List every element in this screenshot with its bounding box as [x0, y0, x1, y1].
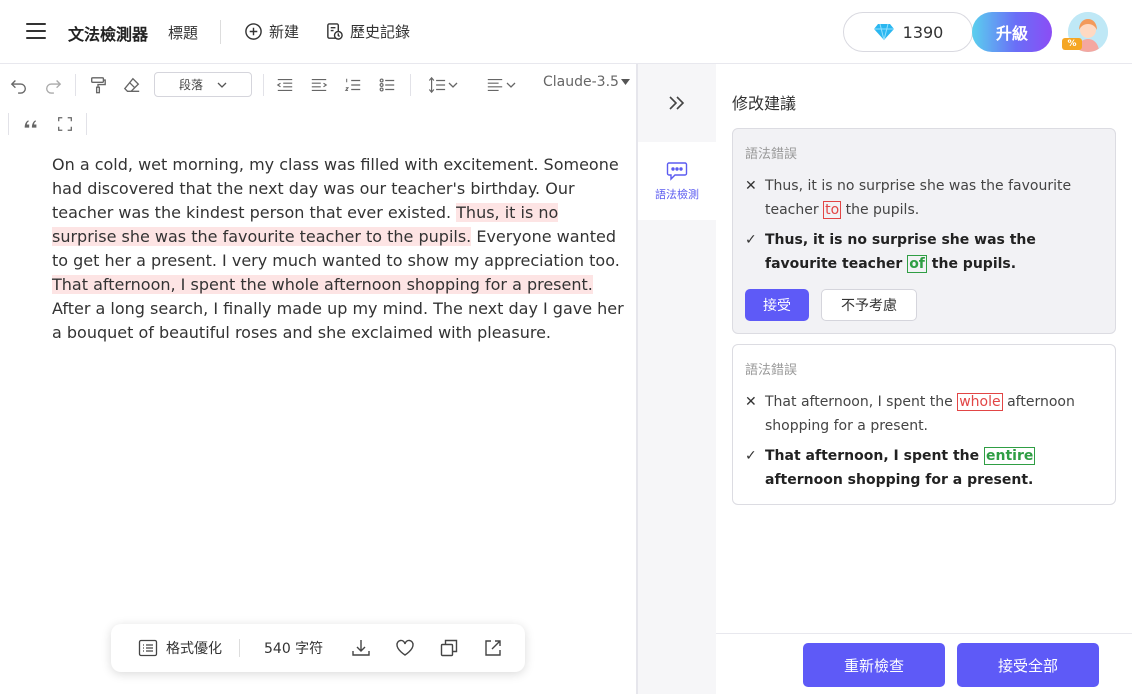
copy-icon[interactable] [439, 624, 459, 672]
accept-all-button[interactable]: 接受全部 [957, 643, 1099, 687]
toolbar-divider [86, 113, 87, 135]
suggestion-card[interactable]: 語法錯誤 ✕ That afternoon, I spent the whole… [732, 344, 1116, 505]
corrected-text: That afternoon, I spent the [765, 448, 985, 464]
suggestion-type: 語法錯誤 [745, 363, 798, 378]
chevron-down-icon [448, 82, 458, 88]
diamond-icon [873, 23, 894, 41]
editor-toolbar: 段落 Claude-3.5 [0, 64, 637, 144]
suggestion-card[interactable]: 語法錯誤 ✕ Thus, it is no surprise she was t… [732, 128, 1116, 334]
chevron-down-icon [217, 82, 227, 88]
redo-icon[interactable] [42, 74, 64, 96]
quote-icon[interactable] [20, 113, 42, 135]
credits-balance[interactable]: 1390 [843, 12, 973, 52]
heart-icon[interactable] [395, 624, 415, 672]
panel-footer-divider [716, 633, 1132, 634]
x-icon: ✕ [745, 394, 757, 410]
model-select[interactable]: Claude-3.5 [543, 74, 630, 90]
discount-badge: % [1062, 38, 1082, 50]
original-text: That afternoon, I spent the [765, 394, 958, 410]
corrected-word: entire [984, 447, 1036, 465]
collapse-panel-button[interactable] [638, 64, 716, 142]
eraser-icon[interactable] [121, 74, 143, 96]
new-document-label: 新建 [269, 23, 300, 41]
document-title[interactable]: 標題 [168, 22, 198, 43]
char-count: 540 字符 [264, 641, 324, 657]
check-icon: ✓ [745, 448, 757, 464]
history-label: 歷史記錄 [350, 23, 411, 41]
list-format-icon [138, 639, 158, 657]
error-word: to [823, 201, 842, 219]
error-word: whole [957, 393, 1003, 411]
upgrade-button[interactable]: 升級 [972, 12, 1052, 52]
download-icon[interactable] [351, 624, 371, 672]
indent-icon[interactable] [308, 74, 330, 96]
grammar-check-icon [666, 161, 688, 181]
fullscreen-icon[interactable] [54, 113, 76, 135]
header-divider [220, 20, 221, 44]
paragraph-select[interactable]: 段落 [154, 72, 252, 97]
corrected-text: the pupils. [926, 256, 1017, 272]
original-text: the pupils. [841, 202, 920, 218]
line-height-icon[interactable] [424, 74, 462, 96]
toolbar-divider [263, 74, 264, 96]
share-icon[interactable] [483, 624, 503, 672]
body-text: After a long search, I finally made up m… [52, 299, 624, 342]
history-icon [327, 23, 343, 40]
format-optimize-button[interactable]: 格式優化 [138, 624, 222, 672]
credits-value: 1390 [902, 22, 944, 42]
check-icon: ✓ [745, 232, 757, 248]
model-select-value: Claude-3.5 [543, 74, 619, 90]
outdent-icon[interactable] [274, 74, 296, 96]
format-optimize-label: 格式優化 [166, 641, 222, 657]
new-document-button[interactable]: 新建 [244, 21, 299, 42]
corrected-sentence: ✓ That afternoon, I spent the entire aft… [745, 444, 1105, 492]
history-button[interactable]: 歷史記錄 [325, 21, 410, 42]
top-header: 文法檢測器 標題 新建 歷史記錄 1390 升級 % [0, 0, 1132, 64]
recheck-button[interactable]: 重新檢查 [803, 643, 945, 687]
toolbar-divider [410, 74, 411, 96]
toolbar-divider [8, 113, 9, 135]
original-sentence: ✕ Thus, it is no surprise she was the fa… [745, 174, 1105, 222]
corrected-word: of [907, 255, 927, 273]
ordered-list-icon[interactable] [342, 74, 364, 96]
caret-down-icon [620, 79, 630, 85]
x-icon: ✕ [745, 178, 757, 194]
side-rail: 語法檢測 [638, 64, 716, 694]
app-title: 文法檢測器 [68, 25, 149, 44]
undo-icon[interactable] [8, 74, 30, 96]
panel-title: 修改建議 [732, 94, 797, 113]
ignore-button[interactable]: 不予考慮 [821, 289, 917, 321]
accept-button[interactable]: 接受 [745, 289, 809, 321]
highlighted-error-text[interactable]: That afternoon, I spent the whole aftern… [52, 275, 593, 294]
bottom-action-bar: 格式優化 540 字符 [111, 624, 525, 672]
tab-grammar-check[interactable]: 語法檢測 [638, 142, 716, 220]
plus-circle-icon [245, 23, 262, 40]
hamburger-icon[interactable] [26, 23, 46, 39]
chevron-down-icon [506, 82, 516, 88]
format-painter-icon[interactable] [87, 74, 109, 96]
corrected-sentence: ✓ Thus, it is no surprise she was the fa… [745, 228, 1105, 276]
paragraph-select-value: 段落 [178, 78, 203, 92]
original-sentence: ✕ That afternoon, I spent the whole afte… [745, 390, 1105, 438]
unordered-list-icon[interactable] [376, 74, 398, 96]
corrected-text: afternoon shopping for a present. [765, 472, 1034, 488]
bottom-bar-divider [239, 639, 240, 657]
align-icon[interactable] [482, 74, 520, 96]
suggestion-type: 語法錯誤 [745, 147, 798, 162]
suggestion-panel: 修改建議 語法錯誤 ✕ Thus, it is no surprise she … [716, 64, 1132, 694]
double-chevron-right-icon [669, 96, 685, 110]
editor-content[interactable]: On a cold, wet morning, my class was fil… [52, 153, 624, 345]
toolbar-divider [75, 74, 76, 96]
tab-grammar-check-label: 語法檢測 [655, 187, 699, 201]
